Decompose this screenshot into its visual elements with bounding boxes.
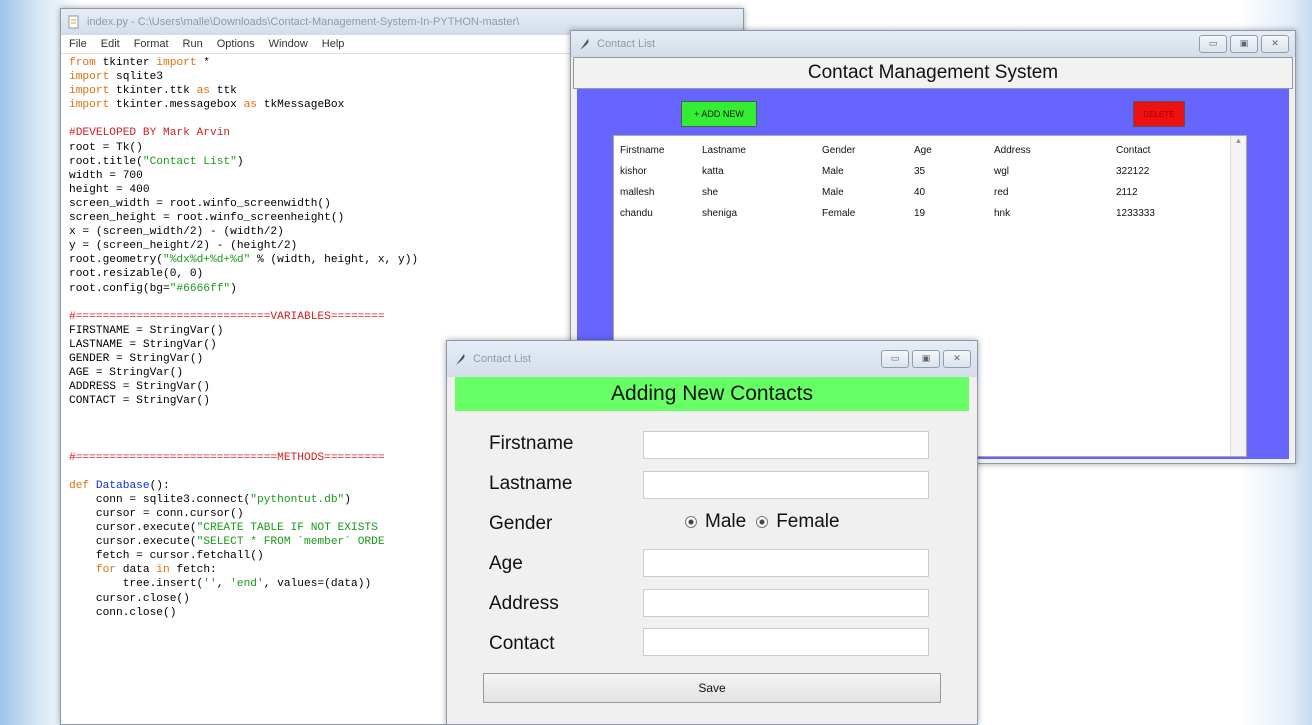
menu-options[interactable]: Options: [217, 38, 255, 50]
minimize-icon[interactable]: ▭: [1199, 35, 1227, 53]
col-firstname[interactable]: Firstname: [620, 140, 702, 161]
lastname-field[interactable]: [643, 471, 929, 499]
contact-field[interactable]: [643, 628, 929, 656]
menu-format[interactable]: Format: [134, 38, 169, 50]
maximize-icon[interactable]: ▣: [912, 350, 940, 368]
dialog-heading: Adding New Contacts: [455, 377, 969, 411]
menu-edit[interactable]: Edit: [101, 38, 120, 50]
scroll-up-icon[interactable]: ▲: [1231, 136, 1246, 145]
cell: 19: [914, 208, 926, 219]
col-gender[interactable]: Gender: [822, 140, 914, 161]
male-radio[interactable]: [685, 516, 697, 528]
delete-button[interactable]: DELETE: [1133, 101, 1185, 127]
table-header: Firstname Lastname Gender Age Address Co…: [620, 140, 1216, 161]
menu-window[interactable]: Window: [269, 38, 308, 50]
table-row[interactable]: chandu sheniga Female 19 hnk 1233333: [620, 203, 1216, 224]
menu-file[interactable]: File: [69, 38, 87, 50]
cell: 1233333: [1116, 208, 1155, 219]
address-label: Address: [489, 593, 559, 614]
contact-list-titlebar[interactable]: Contact List ▭ ▣ ✕: [571, 31, 1295, 57]
add-contact-dialog: Contact List ▭ ▣ ✕ Adding New Contacts F…: [446, 340, 978, 725]
app-heading: Contact Management System: [573, 57, 1293, 89]
table-scrollbar[interactable]: ▲: [1230, 136, 1246, 456]
cell: 35: [914, 166, 926, 177]
close-icon[interactable]: ✕: [943, 350, 971, 368]
cell: wgl: [994, 166, 1010, 177]
menu-help[interactable]: Help: [322, 38, 345, 50]
table-row[interactable]: kishor katta Male 35 wgl 322122: [620, 161, 1216, 182]
dialog-title: Contact List: [473, 353, 532, 365]
female-radio[interactable]: [756, 516, 769, 528]
cell: mallesh: [620, 187, 655, 198]
cell: 322122: [1116, 166, 1150, 177]
firstname-label: Firstname: [489, 433, 574, 454]
minimize-icon[interactable]: ▭: [881, 350, 909, 368]
table-row[interactable]: mallesh she Male 40 red 2112: [620, 182, 1216, 203]
female-label: Female: [776, 511, 840, 532]
col-age[interactable]: Age: [914, 140, 994, 161]
cell: 40: [914, 187, 926, 198]
menu-run[interactable]: Run: [183, 38, 203, 50]
close-icon[interactable]: ✕: [1261, 35, 1289, 53]
cell: she: [702, 187, 719, 198]
feather-icon: [456, 354, 465, 365]
contact-list-title: Contact List: [597, 38, 656, 50]
cell: kishor: [620, 166, 647, 177]
cell: hnk: [994, 208, 1011, 219]
cell: Male: [822, 166, 844, 177]
cell: katta: [702, 166, 724, 177]
dialog-titlebar[interactable]: Contact List ▭ ▣ ✕: [447, 341, 977, 377]
editor-title: index.py - C:\Users\malle\Downloads\Cont…: [87, 16, 520, 28]
feather-icon: [580, 39, 589, 50]
address-field[interactable]: [643, 589, 929, 617]
maximize-icon[interactable]: ▣: [1230, 35, 1258, 53]
cell: Male: [822, 187, 844, 198]
cell: chandu: [620, 208, 653, 219]
col-address[interactable]: Address: [994, 140, 1116, 161]
cell: 2112: [1116, 187, 1138, 198]
gender-radio-group: Male Female: [685, 511, 840, 533]
age-label: Age: [489, 553, 523, 574]
save-button[interactable]: Save: [483, 673, 941, 703]
gender-label: Gender: [489, 513, 553, 534]
cell: red: [994, 187, 1009, 198]
male-label: Male: [705, 511, 747, 532]
cell: Female: [822, 208, 856, 219]
col-contact[interactable]: Contact: [1116, 140, 1216, 161]
age-field[interactable]: [643, 549, 929, 577]
firstname-field[interactable]: [643, 431, 929, 459]
cell: sheniga: [702, 208, 738, 219]
contact-label: Contact: [489, 633, 555, 654]
python-file-icon: [68, 15, 79, 29]
col-lastname[interactable]: Lastname: [702, 140, 822, 161]
lastname-label: Lastname: [489, 473, 573, 494]
add-new-button[interactable]: + ADD NEW: [681, 101, 757, 127]
